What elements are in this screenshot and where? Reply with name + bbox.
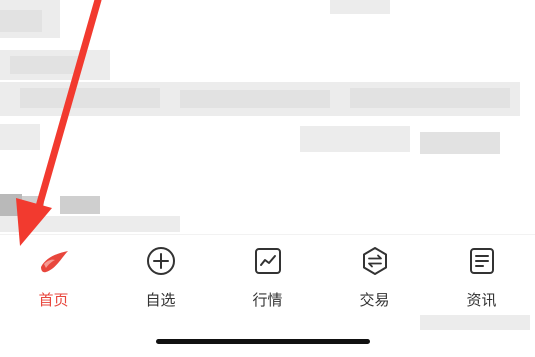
tab-watchlist-label: 自选 — [145, 291, 176, 309]
blurred-block — [22, 196, 44, 216]
plus-circle-icon — [145, 245, 177, 277]
blurred-block — [330, 0, 390, 14]
news-doc-icon — [466, 245, 498, 277]
tab-home-label: 首页 — [38, 291, 69, 309]
blurred-block — [0, 124, 40, 150]
home-logo-icon — [38, 245, 70, 277]
blurred-block — [10, 56, 80, 74]
home-indicator-bar[interactable] — [156, 339, 370, 344]
app-screen: 首页 自选 行情 交易 资讯 — [0, 0, 535, 357]
blurred-block — [0, 194, 22, 216]
exchange-hexagon-icon — [359, 245, 391, 277]
tab-news[interactable]: 资讯 — [428, 235, 535, 315]
blurred-block — [300, 126, 410, 152]
tab-home[interactable]: 首页 — [0, 235, 107, 315]
blurred-block — [0, 10, 42, 32]
chart-line-icon — [252, 245, 284, 277]
tab-watchlist[interactable]: 自选 — [107, 235, 214, 315]
tab-trade[interactable]: 交易 — [321, 235, 428, 315]
blurred-block — [20, 88, 160, 108]
tab-trade-label: 交易 — [359, 291, 390, 309]
tab-market[interactable]: 行情 — [214, 235, 321, 315]
tab-news-label: 资讯 — [466, 291, 497, 309]
tab-market-label: 行情 — [252, 291, 283, 309]
bottom-tab-bar: 首页 自选 行情 交易 资讯 — [0, 234, 535, 315]
blurred-block — [180, 90, 330, 108]
blurred-block — [350, 88, 510, 108]
blurred-block — [0, 216, 180, 232]
blurred-block — [420, 132, 500, 154]
blurred-block — [60, 196, 100, 214]
